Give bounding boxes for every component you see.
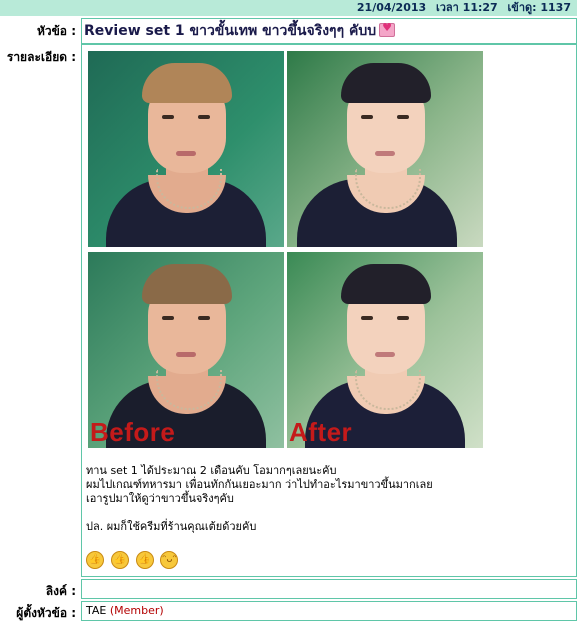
author-label: ผู้ตั้งหัวข้อ : xyxy=(16,606,76,620)
photo-before-top xyxy=(88,51,284,247)
link-cell[interactable] xyxy=(81,579,577,599)
topic-label: หัวข้อ : xyxy=(36,24,76,38)
emoticon-row: 👍 👍 👍 ᵔᴗᵔ xyxy=(86,551,181,569)
post-info-bar: 21/04/2013 เวลา 11:27 เข้าดู: 1137 xyxy=(0,0,577,16)
post-views: เข้าดู: 1137 xyxy=(507,1,571,14)
post-body: ทาน set 1 ได้ประมาณ 2 เดือนคับ โอมากๆเลย… xyxy=(86,464,433,534)
thumbs-up-icon: 👍 xyxy=(86,551,104,569)
author-cell: TAE (Member) xyxy=(81,601,577,621)
details-label: รายละเอียด : xyxy=(6,50,76,64)
author-role: (Member) xyxy=(109,604,164,617)
post-date: 21/04/2013 xyxy=(356,1,427,14)
thumbs-up-icon: 👍 xyxy=(135,551,154,569)
body-line: ทาน set 1 ได้ประมาณ 2 เดือนคับ โอมากๆเลย… xyxy=(86,464,337,477)
topic-title: Review set 1 ขาวขั้นเทพ ขาวขึ้นจริงๆๆ คั… xyxy=(84,20,396,42)
photo-after-top xyxy=(287,51,483,247)
thumbs-up-icon: 👍 xyxy=(110,551,129,569)
heart-emoticon-icon xyxy=(379,21,396,37)
photo-before-bottom: Before xyxy=(88,252,284,448)
body-line: เอารูปมาให้ดูว่าขาวขึ้นจริงๆคับ xyxy=(86,492,234,505)
after-caption: After xyxy=(289,417,353,447)
photo-after-bottom: After xyxy=(287,252,483,448)
link-label: ลิงค์ : xyxy=(45,584,76,598)
body-line: ผมไปเกณฑ์ทหารมา เพื่อนทักกันเยอะมาก ว่าไ… xyxy=(86,478,433,491)
body-line: ปล. ผมก็ใช้ครีมที่ร้านคุณเต้ยด้วยคับ xyxy=(86,520,257,533)
before-caption: Before xyxy=(90,417,176,447)
body-line xyxy=(86,506,433,520)
post-time: เวลา 11:27 xyxy=(436,1,498,14)
grin-icon: ᵔᴗᵔ xyxy=(160,551,179,569)
author-info: TAE (Member) xyxy=(86,604,164,617)
author-name[interactable]: TAE xyxy=(86,604,106,617)
topic-title-text: Review set 1 ขาวขั้นเทพ ขาวขึ้นจริงๆๆ คั… xyxy=(84,23,377,39)
